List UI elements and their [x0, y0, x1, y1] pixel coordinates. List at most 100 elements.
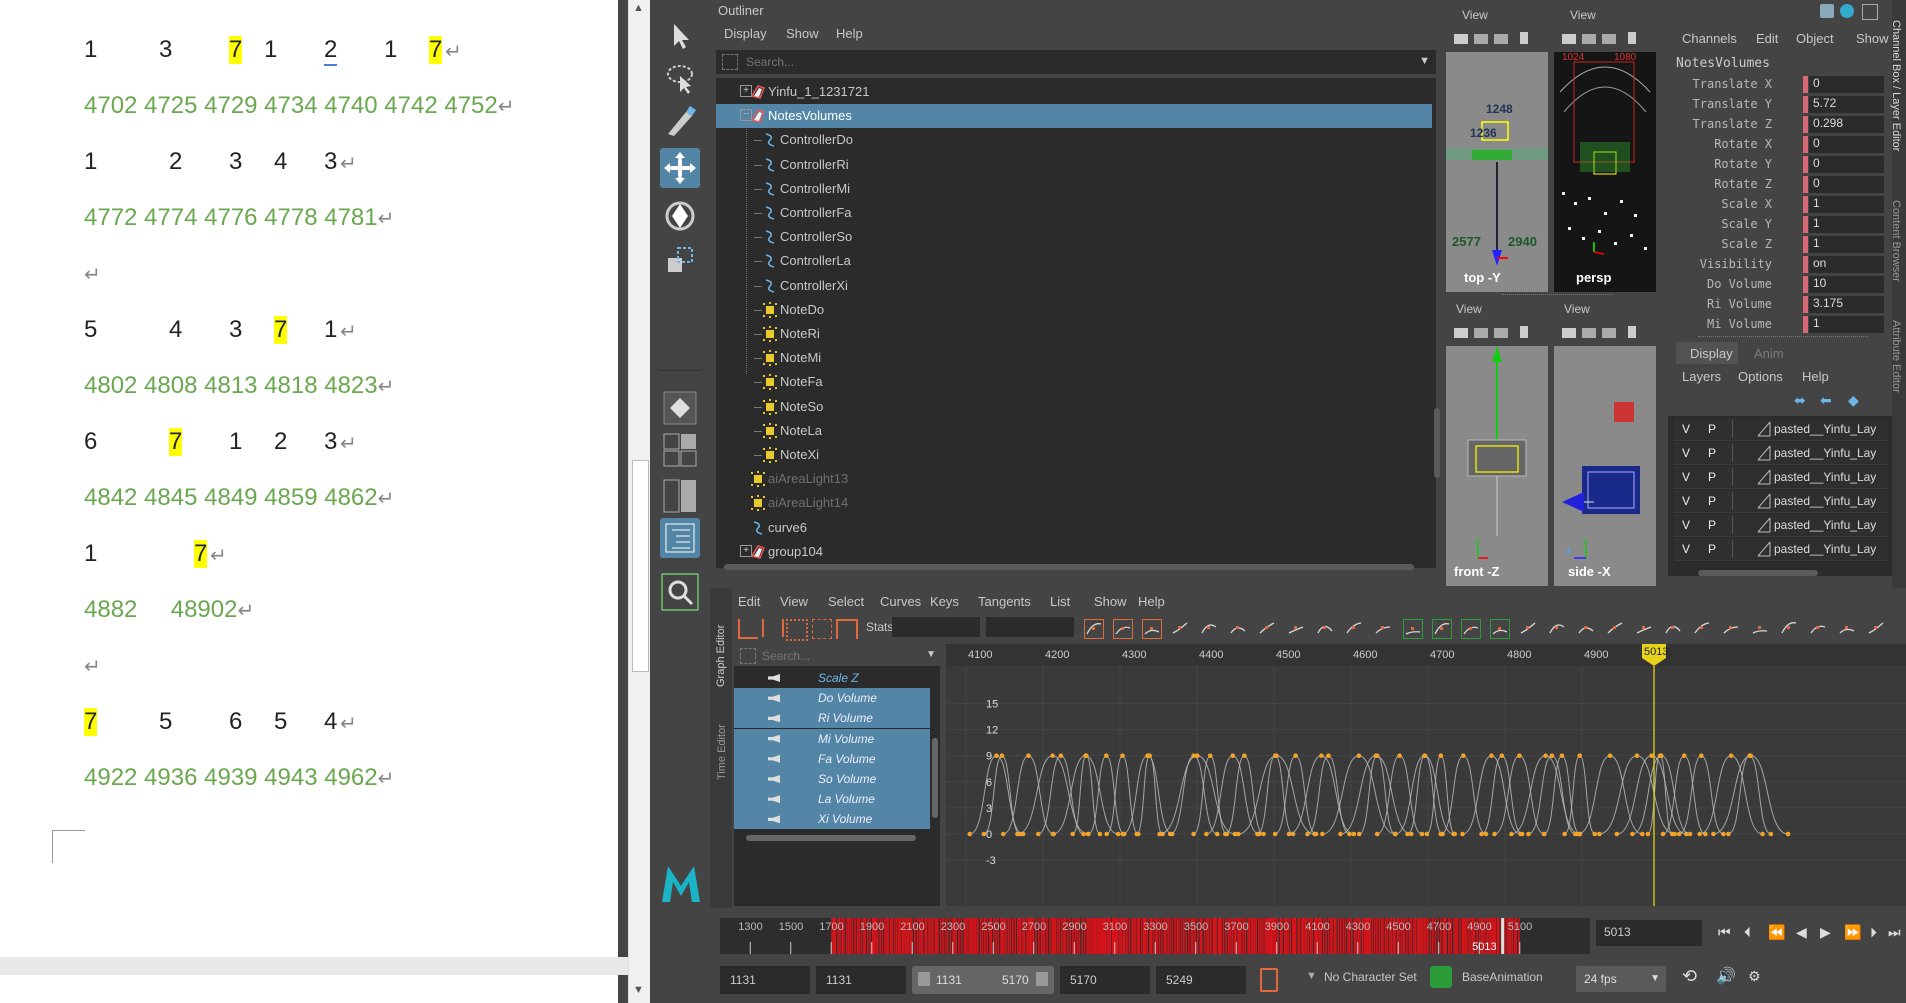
keyframe-point[interactable] [1347, 831, 1352, 837]
camera-attributes-icon[interactable] [1582, 34, 1596, 44]
keyframe-point[interactable] [1785, 831, 1791, 837]
keyframe-point[interactable] [1084, 753, 1089, 758]
two-pane-layout-icon[interactable] [660, 476, 700, 516]
outliner-layout-icon[interactable] [660, 518, 700, 558]
keyframe-point[interactable] [1634, 753, 1640, 758]
channel-row[interactable]: Rotate Z 0 [1672, 175, 1884, 194]
graph-menu-keys[interactable]: Keys [930, 594, 959, 609]
channel-row[interactable]: Rotate X 0 [1672, 135, 1884, 154]
empty-paragraph[interactable]: ↵ [84, 260, 101, 288]
image-plane-icon[interactable] [1602, 328, 1616, 338]
layer-color-swatch[interactable] [1732, 540, 1751, 558]
frame-number-line[interactable]: 4772 4774 4776 4778 4781↵ [84, 204, 394, 232]
outliner-item[interactable]: NoteXi [716, 443, 1432, 467]
keyframe-point[interactable] [1760, 831, 1765, 837]
keyframe-point[interactable] [1305, 831, 1310, 837]
dope-sheet-icon[interactable] [1809, 619, 1827, 637]
keyframe-point[interactable] [1086, 831, 1091, 837]
keyframe-point[interactable] [1424, 831, 1430, 837]
keyframe-point[interactable] [1191, 831, 1196, 837]
channel-value-field[interactable]: 1 [1803, 216, 1884, 233]
keyframe-point[interactable] [1640, 831, 1645, 837]
play-forwards-icon[interactable]: ▶ [1820, 924, 1831, 941]
scroll-down-arrow-icon[interactable]: ▼ [633, 984, 644, 996]
layer-color-swatch[interactable] [1732, 444, 1751, 462]
keyframe-point[interactable] [1338, 831, 1343, 837]
linear-tangent-icon[interactable] [1258, 619, 1276, 637]
tab-channel-box-layer-editor[interactable]: Channel Box / Layer Editor [1890, 20, 1906, 154]
layer-visibility-toggle[interactable]: V [1682, 446, 1690, 460]
step-forward-key-icon[interactable]: ⏩ [1844, 924, 1861, 941]
outliner-item[interactable]: + Yinfu_1_1231721 [716, 80, 1432, 104]
empty-paragraph[interactable]: ↵ [84, 652, 101, 680]
curve-list-item[interactable]: Do Volume [734, 688, 930, 709]
viewport-view-menu[interactable]: View [1462, 8, 1488, 22]
camera-attributes-icon[interactable] [1474, 34, 1488, 44]
step-tangent-icon[interactable] [1316, 619, 1334, 637]
keyframe-point[interactable] [1452, 831, 1458, 837]
value-snap-icon[interactable] [1577, 619, 1595, 637]
time-ruler[interactable] [946, 644, 1906, 666]
keyframe-point[interactable] [1393, 831, 1398, 837]
retime-tool-icon[interactable] [836, 619, 858, 639]
curve-list-item[interactable]: Ri Volume [734, 708, 930, 729]
stats-field-time[interactable] [892, 617, 980, 637]
buffer-curve-icon[interactable] [1751, 619, 1769, 637]
notation-line[interactable]: 5 4 3 7 1 ↵ [84, 316, 584, 348]
keyframe-point[interactable] [1104, 831, 1109, 837]
range-start-handle[interactable] [918, 972, 930, 986]
step-forward-frame-icon[interactable]: ⏵ [1870, 924, 1877, 941]
keyframe-point[interactable] [1499, 753, 1505, 758]
layer-playback-toggle[interactable]: P [1708, 470, 1716, 484]
keyframe-point[interactable] [1519, 831, 1525, 837]
channel-value-field[interactable]: 0 [1803, 176, 1884, 193]
channels-edit-menu[interactable]: Edit [1756, 31, 1778, 46]
graph-menu-view[interactable]: View [780, 594, 808, 609]
channel-value-field[interactable]: 1 [1803, 316, 1884, 333]
play-backwards-icon[interactable]: ◀ [1796, 924, 1807, 941]
outliner-vertical-scrollbar[interactable] [1432, 78, 1442, 568]
channel-value-field[interactable]: 3.175 [1803, 296, 1884, 313]
viewport-front[interactable]: View y front -Z [1446, 300, 1548, 586]
bookmark-icon[interactable] [1520, 32, 1528, 44]
keyframe-point[interactable] [1397, 753, 1402, 758]
layer-hscroll-thumb[interactable] [1698, 570, 1818, 576]
keyframe-point[interactable] [1549, 753, 1555, 758]
bookmark-icon[interactable] [1628, 326, 1636, 338]
outliner-item[interactable]: ControllerMi [716, 177, 1432, 201]
scroll-up-arrow-icon[interactable]: ▲ [633, 2, 644, 14]
keyframe-point[interactable] [1698, 753, 1704, 758]
viewport-view-menu[interactable]: View [1564, 302, 1590, 316]
keyframe-point[interactable] [1261, 831, 1266, 837]
outliner-item[interactable]: curve6 [716, 516, 1432, 540]
keyframe-point[interactable] [1191, 753, 1197, 758]
viewport-persp-canvas[interactable]: 1024 1080 persp [1554, 52, 1656, 292]
outliner-item[interactable]: ControllerSo [716, 225, 1432, 249]
playback-settings-icon[interactable]: ⚙ [1748, 968, 1761, 985]
denormalize-icon[interactable] [1635, 619, 1653, 637]
keyframe-point[interactable] [1607, 753, 1613, 758]
curve-list-scroll-thumb[interactable] [932, 738, 938, 818]
character-set-label[interactable]: No Character Set [1324, 970, 1417, 984]
camera-attributes-icon[interactable] [1582, 328, 1596, 338]
channel-row[interactable]: Ri Volume 3.175 [1672, 295, 1884, 314]
tab-attribute-editor[interactable]: Attribute Editor [1890, 320, 1906, 414]
character-set-dropdown-icon[interactable]: ▼ [1306, 970, 1317, 982]
channel-value-field[interactable]: 0 [1803, 136, 1884, 153]
curve-list-item[interactable]: Fa Volume [734, 748, 930, 769]
channel-row[interactable]: Translate Z 0.298 [1672, 115, 1884, 134]
keyframe-point[interactable] [1050, 753, 1055, 758]
outliner-item[interactable]: NoteLa [716, 419, 1432, 443]
channel-row[interactable]: Mi Volume 1 [1672, 315, 1884, 334]
notation-line[interactable]: 1 2 3 4 3 ↵ [84, 148, 584, 180]
channels-menu[interactable]: Channels [1682, 31, 1737, 46]
notation-line[interactable]: 6 7 1 2 3 ↵ [84, 428, 584, 460]
outliner-item[interactable]: NoteFa [716, 370, 1432, 394]
keyframe-point[interactable] [1104, 753, 1109, 758]
outliner-item[interactable]: NoteDo [716, 298, 1432, 322]
channel-row[interactable]: Rotate Y 0 [1672, 155, 1884, 174]
layer-color-swatch[interactable] [1732, 468, 1751, 486]
channel-value-field[interactable]: 10 [1803, 276, 1884, 293]
keyframe-point[interactable] [1657, 753, 1663, 758]
outliner-item[interactable]: ControllerRi [716, 153, 1432, 177]
